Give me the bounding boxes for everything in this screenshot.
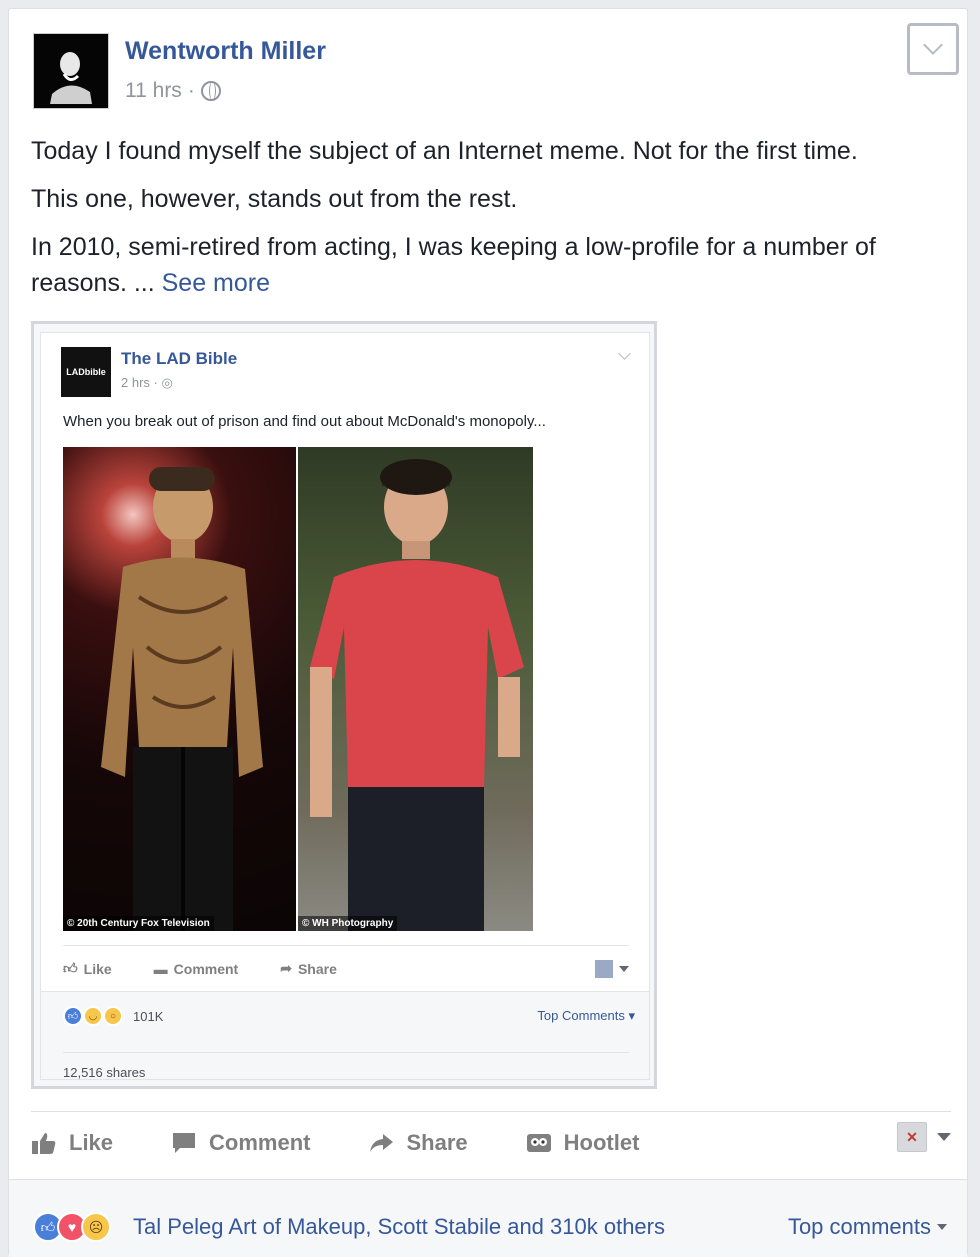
- hootlet-label: Hootlet: [563, 1129, 640, 1155]
- man-red-shirt-illustration: [310, 459, 524, 931]
- top-comments-label: Top comments: [787, 1214, 931, 1239]
- post-options-button[interactable]: [907, 23, 959, 75]
- author-avatar[interactable]: [33, 33, 109, 109]
- globe-icon: [200, 81, 221, 101]
- shared-meta-separator: ·: [153, 375, 158, 390]
- shared-like-label: Like: [83, 960, 112, 977]
- share-arrow-icon: ➦: [280, 960, 292, 976]
- like-reaction-icon: 👍︎: [63, 1006, 83, 1026]
- reaction-icons[interactable]: 👍︎ ♥ ☹: [33, 1212, 111, 1242]
- meta-separator: ·: [187, 79, 195, 102]
- chevron-down-icon: [923, 35, 943, 55]
- caret-down-icon: [619, 965, 629, 972]
- post-time[interactable]: 11 hrs: [125, 79, 182, 103]
- photo-right-casual: © WH Photography: [298, 447, 533, 931]
- shared-summary: 👍︎ ◡ ○ 101K Top Comments ▾ 12,516 shares: [41, 991, 649, 1080]
- meme-photo[interactable]: © 20th Century Fox Television © WH Photo…: [63, 447, 533, 931]
- shared-time[interactable]: 2 hrs: [121, 375, 150, 390]
- sad-reaction-icon: ☹: [81, 1212, 111, 1242]
- shared-chevron-icon[interactable]: [618, 347, 631, 360]
- shared-comment-label: Comment: [173, 960, 239, 977]
- photo-left-prison: © 20th Century Fox Television: [63, 447, 296, 931]
- shared-post: LADbible The LAD Bible 2 hrs · ◎ When yo…: [40, 332, 650, 1080]
- caret-down-icon: [937, 1133, 951, 1141]
- reaction-names[interactable]: Tal Peleg Art of Makeup, Scott Stabile a…: [133, 1214, 665, 1240]
- comment-icon: [173, 1132, 196, 1153]
- shared-action-bar: 👍︎ Like ▬ Comment ➦ Share: [63, 945, 629, 991]
- wow-reaction-icon: ○: [103, 1006, 123, 1026]
- shared-comment-button[interactable]: ▬ Comment: [154, 961, 239, 977]
- thumbs-up-icon: [32, 1132, 56, 1154]
- credit-right: © WH Photography: [298, 916, 398, 931]
- comment-button[interactable]: Comment: [171, 1130, 310, 1156]
- share-button[interactable]: Share: [368, 1129, 468, 1156]
- globe-icon: ◎: [161, 375, 173, 390]
- page-avatar-icon: ✕: [897, 1122, 927, 1152]
- post-action-bar: Like Comment Share Hootlet ✕: [31, 1111, 951, 1173]
- like-label: Like: [69, 1129, 114, 1155]
- shared-screenshot[interactable]: LADbible The LAD Bible 2 hrs · ◎ When yo…: [31, 321, 657, 1089]
- haha-reaction-icon: ◡: [83, 1006, 103, 1026]
- hootlet-button[interactable]: Hootlet: [526, 1129, 640, 1156]
- page-avatar-icon: [595, 959, 613, 978]
- shared-reaction-count: 101K: [133, 1008, 164, 1024]
- caret-down-icon: ▾: [628, 1008, 635, 1023]
- post-paragraph-2: This one, however, stands out from the r…: [31, 185, 518, 213]
- post-paragraph-1: Today I found myself the subject of an I…: [31, 137, 858, 165]
- credit-left: © 20th Century Fox Television: [63, 916, 214, 931]
- shared-page-name[interactable]: The LAD Bible: [121, 349, 237, 369]
- shared-meta: 2 hrs · ◎: [121, 375, 173, 391]
- shared-share-label: Share: [297, 960, 337, 977]
- shared-audience-selector[interactable]: [595, 959, 629, 978]
- post-body: Today I found myself the subject of an I…: [31, 133, 951, 313]
- avatar-portrait-icon: [34, 34, 108, 108]
- thumbs-up-icon: 👍︎: [63, 960, 78, 976]
- share-arrow-icon: [370, 1133, 394, 1152]
- shared-top-comments-label: Top Comments: [537, 1008, 625, 1023]
- post-meta: 11 hrs ·: [125, 79, 221, 103]
- post-paragraph-3: In 2010, semi-retired from acting, I was…: [31, 229, 951, 301]
- see-more-link[interactable]: See more: [162, 269, 270, 297]
- shared-reactions[interactable]: 👍︎ ◡ ○ 101K: [63, 1006, 163, 1026]
- shared-top-comments[interactable]: Top Comments ▾: [537, 1008, 635, 1024]
- shared-caption: When you break out of prison and find ou…: [63, 413, 546, 430]
- shared-like-button[interactable]: 👍︎ Like: [63, 960, 112, 977]
- caret-down-icon: [937, 1224, 947, 1230]
- comment-icon: ▬: [153, 960, 168, 977]
- share-label: Share: [406, 1129, 468, 1155]
- author-name[interactable]: Wentworth Miller: [125, 37, 326, 66]
- shared-share-count[interactable]: 12,516 shares: [63, 1052, 629, 1080]
- comment-label: Comment: [209, 1129, 311, 1155]
- lad-bible-logo[interactable]: LADbible: [61, 347, 111, 397]
- owl-icon: [526, 1133, 551, 1152]
- post-paragraph-3-text: In 2010, semi-retired from acting, I was…: [31, 233, 876, 297]
- top-comments-dropdown[interactable]: Top comments: [788, 1214, 947, 1240]
- tattooed-man-illustration: [101, 467, 263, 931]
- like-button[interactable]: Like: [31, 1130, 113, 1156]
- post-card: Wentworth Miller 11 hrs · Today I found …: [8, 8, 968, 1257]
- shared-share-button[interactable]: ➦ Share: [280, 960, 337, 977]
- reaction-summary: 👍︎ ♥ ☹ Tal Peleg Art of Makeup, Scott St…: [9, 1179, 967, 1257]
- audience-selector[interactable]: ✕: [897, 1122, 951, 1152]
